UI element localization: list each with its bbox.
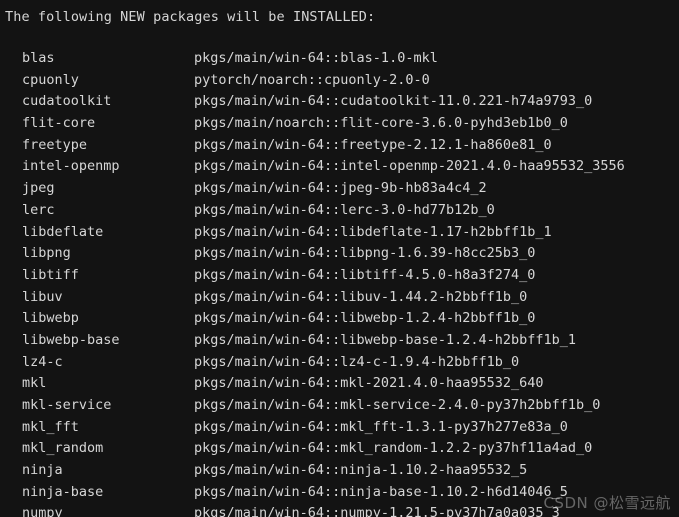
package-list: blas pkgs/main/win-64::blas-1.0-mklcpuonl… [0,48,679,517]
package-name: blas [22,50,55,66]
package-row: libpng pkgs/main/win-64::libpng-1.6.39-h8… [0,243,679,265]
package-spec: pytorch/noarch::cpuonly-2.0-0 [194,71,430,88]
package-row: libtiff pkgs/main/win-64::libtiff-4.5.0-h… [0,265,679,287]
package-spec: pkgs/main/win-64::lerc-3.0-hd77b12b_0 [194,201,495,218]
package-spec: pkgs/main/win-64::blas-1.0-mkl [194,50,438,66]
package-row: libdeflate pkgs/main/win-64::libdeflate-1… [0,222,679,244]
package-spec: pkgs/main/win-64::mkl-2021.4.0-haa95532_… [194,375,544,392]
package-row: freetype pkgs/main/win-64::freetype-2.12.… [0,135,679,157]
package-name: flit-core [22,115,96,132]
package-row: intel-openmp pkgs/main/win-64::intel-open… [0,156,679,178]
package-name: lz4-c [22,353,63,370]
package-row: lz4-c pkgs/main/win-64::lz4-c-1.9.4-h2bbf… [0,352,679,374]
package-name: cudatoolkit [22,93,112,110]
package-spec: pkgs/main/win-64::ninja-1.10.2-haa95532_… [194,462,528,479]
package-row: mkl pkgs/main/win-64::mkl-2021.4.0-haa955… [0,373,679,395]
package-name: intel-openmp [22,158,120,175]
package-row: libuv pkgs/main/win-64::libuv-1.44.2-h2bb… [0,287,679,309]
package-row: cpuonly pytorch/noarch::cpuonly-2.0-0 [0,70,679,92]
package-name: jpeg [22,180,55,197]
package-row: cudatoolkit pkgs/main/win-64::cudatoolkit… [0,91,679,113]
package-name: libdeflate [22,223,104,240]
package-name: libpng [22,245,71,262]
package-row: numpy pkgs/main/win-64::numpy-1.21.5-py37… [0,503,679,517]
package-spec: pkgs/main/win-64::intel-openmp-2021.4.0-… [194,158,625,175]
package-row: jpeg pkgs/main/win-64::jpeg-9b-hb83a4c4_2 [0,178,679,200]
package-spec: pkgs/main/win-64::libdeflate-1.17-h2bbff… [194,223,552,240]
package-spec: pkgs/main/win-64::libwebp-1.2.4-h2bbff1b… [194,310,536,327]
package-row: blas pkgs/main/win-64::blas-1.0-mkl [0,48,679,70]
package-name: lerc [22,201,55,218]
package-row: ninja pkgs/main/win-64::ninja-1.10.2-haa9… [0,460,679,482]
package-spec: pkgs/main/win-64::libtiff-4.5.0-h8a3f274… [194,266,536,283]
package-spec: pkgs/main/win-64::mkl_random-1.2.2-py37h… [194,440,593,457]
package-spec: pkgs/main/win-64::libuv-1.44.2-h2bbff1b_… [194,288,528,305]
package-row: libwebp pkgs/main/win-64::libwebp-1.2.4-h… [0,308,679,330]
install-header-line: The following NEW packages will be INSTA… [5,9,376,25]
terminal-window: The following NEW packages will be INSTA… [0,0,679,517]
package-spec: pkgs/main/win-64::numpy-1.21.5-py37h7a0a… [194,505,560,517]
package-name: cpuonly [22,71,79,88]
package-row: libwebp-base pkgs/main/win-64::libwebp-ba… [0,330,679,352]
package-name: mkl [22,375,47,392]
package-spec: pkgs/main/win-64::libwebp-base-1.2.4-h2b… [194,331,577,348]
package-name: mkl_fft [22,418,79,435]
package-name: mkl-service [22,397,112,413]
package-spec: pkgs/main/win-64::mkl-service-2.4.0-py37… [194,397,601,413]
package-spec: pkgs/main/win-64::libpng-1.6.39-h8cc25b3… [194,245,536,262]
package-name: libwebp [22,310,79,327]
package-spec: pkgs/main/win-64::freetype-2.12.1-ha860e… [194,136,552,153]
package-name: mkl_random [22,440,104,457]
package-row: mkl_random pkgs/main/win-64::mkl_random-1… [0,438,679,460]
package-name: libtiff [22,266,79,283]
package-row: mkl_fft pkgs/main/win-64::mkl_fft-1.3.1-p… [0,417,679,439]
package-spec: pkgs/main/win-64::lz4-c-1.9.4-h2bbff1b_0 [194,353,520,370]
blank-separator-line [0,35,679,48]
package-name: numpy [22,505,63,517]
package-row: mkl-service pkgs/main/win-64::mkl-service… [0,395,679,417]
package-spec: pkgs/main/win-64::mkl_fft-1.3.1-py37h277… [194,418,568,435]
package-row: ninja-base pkgs/main/win-64::ninja-base-1… [0,482,679,504]
package-spec: pkgs/main/noarch::flit-core-3.6.0-pyhd3e… [194,115,568,132]
package-row: lerc pkgs/main/win-64::lerc-3.0-hd77b12b_… [0,200,679,222]
package-spec: pkgs/main/win-64::ninja-base-1.10.2-h6d1… [194,483,568,500]
package-name: freetype [22,136,88,153]
package-name: libwebp-base [22,331,120,348]
package-name: ninja [22,462,63,479]
package-spec: pkgs/main/win-64::cudatoolkit-11.0.221-h… [194,93,593,110]
package-name: ninja-base [22,483,104,500]
package-spec: pkgs/main/win-64::jpeg-9b-hb83a4c4_2 [194,180,487,197]
package-name: libuv [22,288,63,305]
package-row: flit-core pkgs/main/noarch::flit-core-3.6… [0,113,679,135]
